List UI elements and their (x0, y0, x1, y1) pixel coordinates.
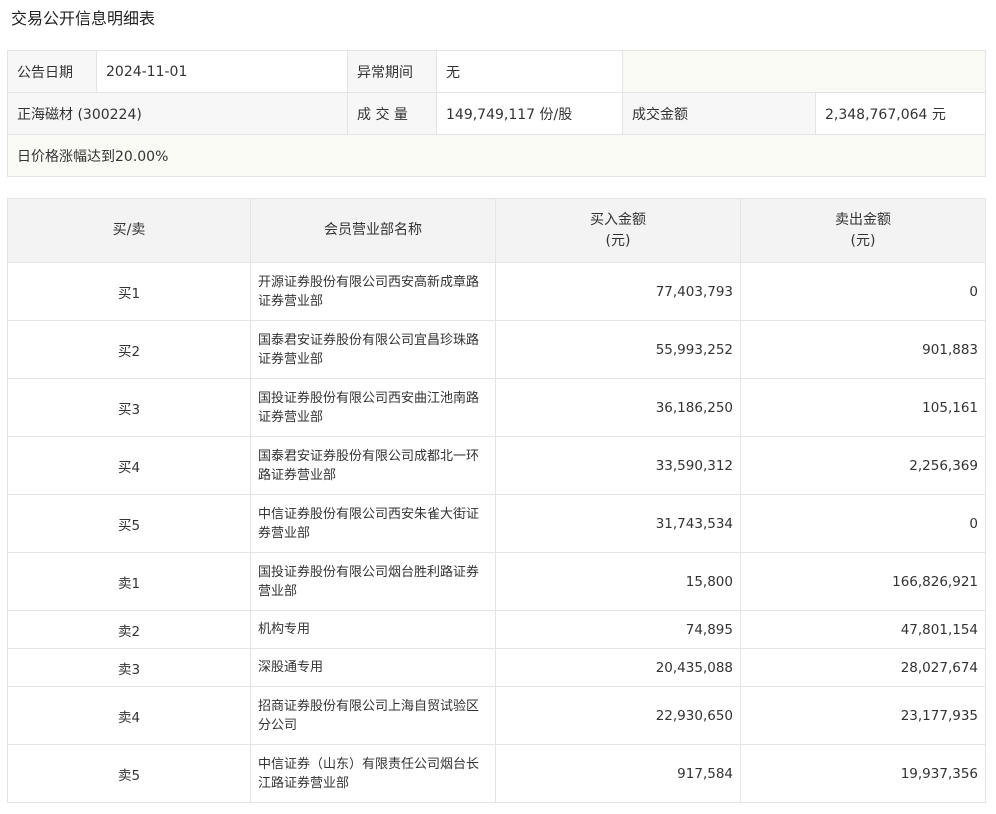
row-buy-amount: 36,186,250 (495, 378, 741, 437)
row-member-name: 招商证券股份有限公司上海自贸试验区分公司 (250, 686, 496, 745)
row-buy-amount: 31,743,534 (495, 494, 741, 553)
header-buy-label: 买入金额 (590, 211, 646, 228)
header-sell-unit: (元) (850, 232, 876, 249)
row-sell-amount: 2,256,369 (740, 436, 986, 495)
row-sell-amount: 19,937,356 (740, 744, 986, 803)
trading-detail-table: 买/卖 会员营业部名称 买入金额 (元) 卖出金额 (元) 买1 开源证券股份有… (7, 198, 986, 803)
row-buy-amount: 77,403,793 (495, 262, 741, 321)
row-sell-amount: 105,161 (740, 378, 986, 437)
detail-header-row: 买/卖 会员营业部名称 买入金额 (元) 卖出金额 (元) (7, 198, 986, 263)
header-sell-amount: 卖出金额 (元) (740, 198, 986, 263)
row-sell-amount: 0 (740, 262, 986, 321)
row-side: 买5 (7, 494, 251, 553)
table-row: 卖1 国投证券股份有限公司烟台胜利路证券营业部 15,800 166,826,9… (7, 552, 986, 611)
row-buy-amount: 20,435,088 (495, 648, 741, 687)
price-change-note: 日价格涨幅达到20.00% (7, 134, 986, 177)
row-buy-amount: 74,895 (495, 610, 741, 649)
table-row: 买2 国泰君安证券股份有限公司宜昌珍珠路证券营业部 55,993,252 901… (7, 320, 986, 379)
row-side: 卖1 (7, 552, 251, 611)
table-row: 卖3 深股通专用 20,435,088 28,027,674 (7, 648, 986, 687)
abnormal-period-value: 无 (436, 50, 623, 93)
amount-label: 成交金额 (622, 92, 816, 135)
table-row: 卖2 机构专用 74,895 47,801,154 (7, 610, 986, 649)
summary-table: 公告日期 2024-11-01 异常期间 无 正海磁材 (300224) 成 交… (7, 50, 986, 177)
row-side: 卖4 (7, 686, 251, 745)
header-buy-amount: 买入金额 (元) (495, 198, 741, 263)
stock-name: 正海磁材 (300224) (7, 92, 348, 135)
row-buy-amount: 33,590,312 (495, 436, 741, 495)
row-member-name: 国泰君安证券股份有限公司宜昌珍珠路证券营业部 (250, 320, 496, 379)
table-row: 卖5 中信证券（山东）有限责任公司烟台长江路证券营业部 917,584 19,9… (7, 744, 986, 803)
row-buy-amount: 22,930,650 (495, 686, 741, 745)
row-sell-amount: 23,177,935 (740, 686, 986, 745)
volume-value: 149,749,117 份/股 (436, 92, 623, 135)
row-side: 卖5 (7, 744, 251, 803)
header-side: 买/卖 (7, 198, 251, 263)
table-row: 买3 国投证券股份有限公司西安曲江池南路证券营业部 36,186,250 105… (7, 378, 986, 437)
summary-row-note: 日价格涨幅达到20.00% (7, 134, 986, 177)
table-row: 买5 中信证券股份有限公司西安朱雀大街证券营业部 31,743,534 0 (7, 494, 986, 553)
row-sell-amount: 47,801,154 (740, 610, 986, 649)
row-side: 买2 (7, 320, 251, 379)
row-member-name: 开源证券股份有限公司西安高新成章路证券营业部 (250, 262, 496, 321)
row-side: 卖3 (7, 648, 251, 687)
volume-label: 成 交 量 (347, 92, 437, 135)
row-sell-amount: 28,027,674 (740, 648, 986, 687)
row-member-name: 中信证券（山东）有限责任公司烟台长江路证券营业部 (250, 744, 496, 803)
amount-value: 2,348,767,064 元 (815, 92, 986, 135)
page-title: 交易公开信息明细表 (11, 9, 156, 28)
table-row: 买1 开源证券股份有限公司西安高新成章路证券营业部 77,403,793 0 (7, 262, 986, 321)
row-sell-amount: 901,883 (740, 320, 986, 379)
announce-date-label: 公告日期 (7, 50, 97, 93)
row-member-name: 深股通专用 (250, 648, 496, 687)
row-member-name: 机构专用 (250, 610, 496, 649)
row-member-name: 国投证券股份有限公司西安曲江池南路证券营业部 (250, 378, 496, 437)
row-sell-amount: 0 (740, 494, 986, 553)
row-buy-amount: 15,800 (495, 552, 741, 611)
summary-row-date: 公告日期 2024-11-01 异常期间 无 (7, 50, 986, 93)
row-member-name: 国投证券股份有限公司烟台胜利路证券营业部 (250, 552, 496, 611)
row-side: 买3 (7, 378, 251, 437)
row-member-name: 国泰君安证券股份有限公司成都北一环路证券营业部 (250, 436, 496, 495)
summary-blank-cell (622, 50, 986, 93)
row-buy-amount: 55,993,252 (495, 320, 741, 379)
header-member: 会员营业部名称 (250, 198, 496, 263)
row-side: 卖2 (7, 610, 251, 649)
header-buy-unit: (元) (605, 232, 631, 249)
table-row: 买4 国泰君安证券股份有限公司成都北一环路证券营业部 33,590,312 2,… (7, 436, 986, 495)
row-side: 买4 (7, 436, 251, 495)
row-side: 买1 (7, 262, 251, 321)
row-buy-amount: 917,584 (495, 744, 741, 803)
summary-row-stock: 正海磁材 (300224) 成 交 量 149,749,117 份/股 成交金额… (7, 92, 986, 135)
table-row: 卖4 招商证券股份有限公司上海自贸试验区分公司 22,930,650 23,17… (7, 686, 986, 745)
row-sell-amount: 166,826,921 (740, 552, 986, 611)
header-sell-label: 卖出金额 (835, 211, 891, 228)
abnormal-period-label: 异常期间 (347, 50, 437, 93)
row-member-name: 中信证券股份有限公司西安朱雀大街证券营业部 (250, 494, 496, 553)
announce-date-value: 2024-11-01 (96, 50, 348, 93)
